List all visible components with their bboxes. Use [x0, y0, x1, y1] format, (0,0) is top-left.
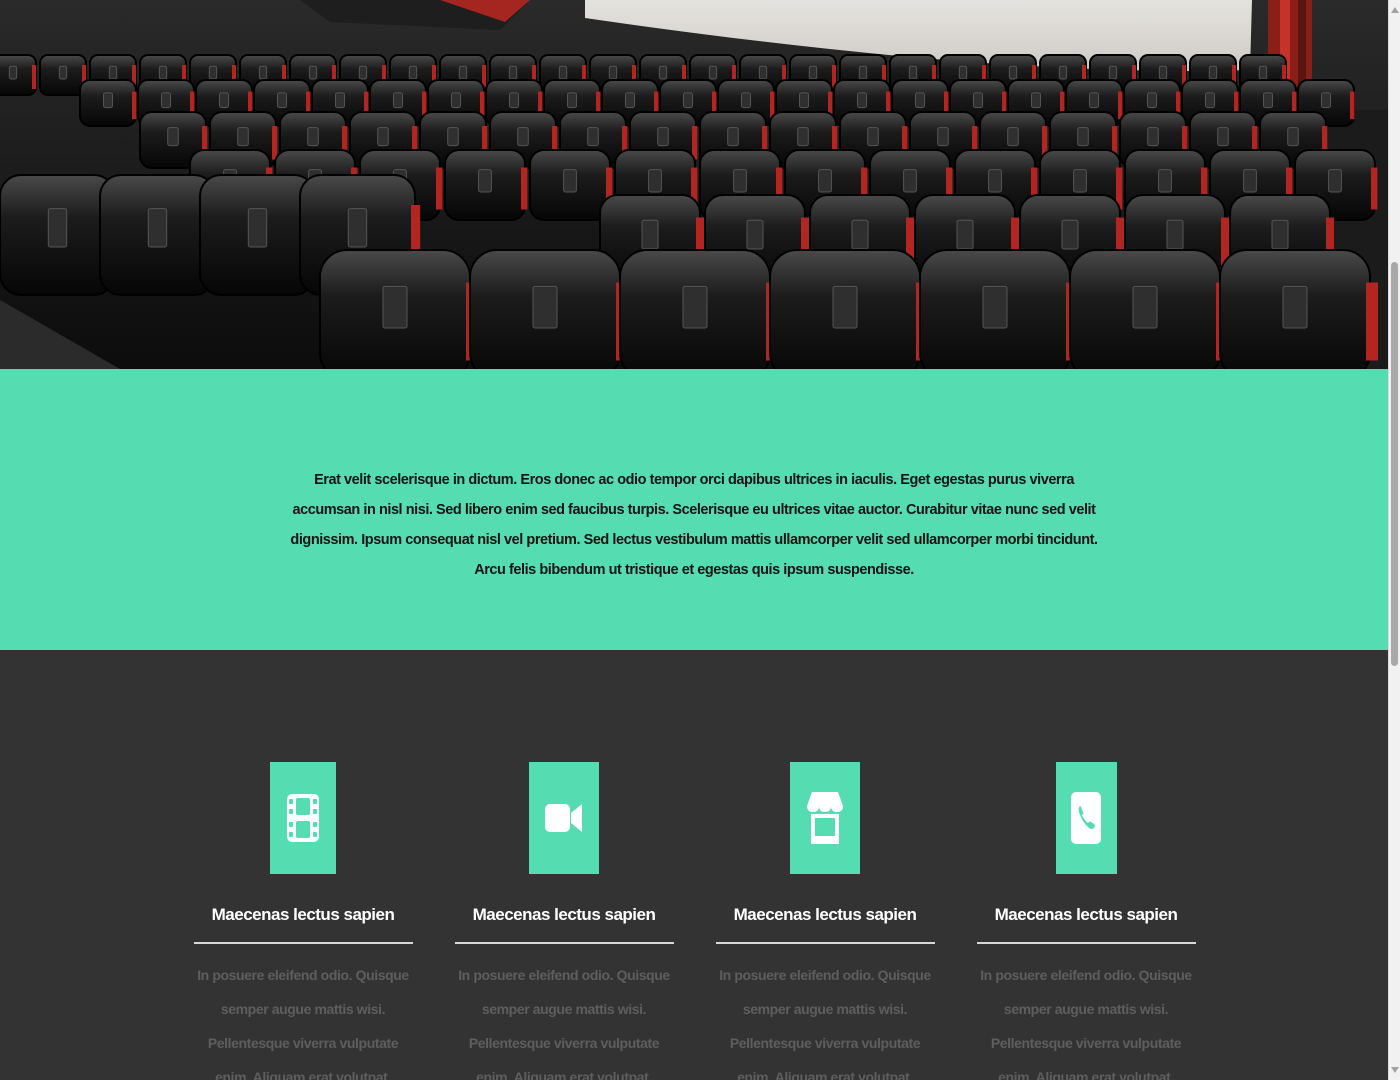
- feature-card: Maecenas lectus sapien In posuere eleife…: [193, 762, 413, 1080]
- feature-icon-box: [270, 762, 336, 874]
- store-icon: [807, 792, 843, 844]
- feature-icon-box: [1055, 762, 1117, 874]
- feature-divider: [193, 942, 413, 944]
- feature-icon-box: [529, 762, 599, 874]
- film-icon: [287, 794, 319, 842]
- feature-card: Maecenas lectus sapien In posuere eleife…: [454, 762, 674, 1080]
- scroll-up-arrow-icon[interactable]: [1391, 7, 1399, 13]
- feature-icon-box: [790, 762, 860, 874]
- feature-divider: [454, 942, 674, 944]
- feature-description: In posuere eleifend odio. Quisque semper…: [197, 967, 409, 1080]
- feature-title: Maecenas lectus sapien: [211, 905, 395, 924]
- cinema-seats-photo: [0, 0, 1388, 369]
- vertical-scrollbar[interactable]: [1388, 0, 1400, 1080]
- features-section: Maecenas lectus sapien In posuere eleife…: [0, 650, 1388, 1080]
- feature-title: Maecenas lectus sapien: [994, 905, 1178, 924]
- scroll-down-arrow-icon[interactable]: [1391, 1067, 1399, 1073]
- intro-section: Erat velit scelerisque in dictum. Eros d…: [0, 369, 1388, 650]
- feature-divider: [715, 942, 935, 944]
- feature-card: Maecenas lectus sapien In posuere eleife…: [715, 762, 935, 1080]
- feature-description: In posuere eleifend odio. Quisque semper…: [719, 967, 931, 1080]
- video-camera-icon: [545, 804, 582, 832]
- feature-description: In posuere eleifend odio. Quisque semper…: [980, 967, 1192, 1080]
- feature-description: In posuere eleifend odio. Quisque semper…: [458, 967, 670, 1080]
- feature-card: Maecenas lectus sapien In posuere eleife…: [976, 762, 1196, 1080]
- feature-divider: [976, 942, 1196, 944]
- feature-title: Maecenas lectus sapien: [733, 905, 917, 924]
- page: Erat velit scelerisque in dictum. Eros d…: [0, 0, 1400, 1080]
- feature-title: Maecenas lectus sapien: [472, 905, 656, 924]
- intro-text: Erat velit scelerisque in dictum. Eros d…: [290, 472, 1098, 578]
- phone-icon: [1071, 792, 1101, 844]
- hero-image: [0, 0, 1388, 369]
- scrollbar-thumb[interactable]: [1391, 262, 1398, 666]
